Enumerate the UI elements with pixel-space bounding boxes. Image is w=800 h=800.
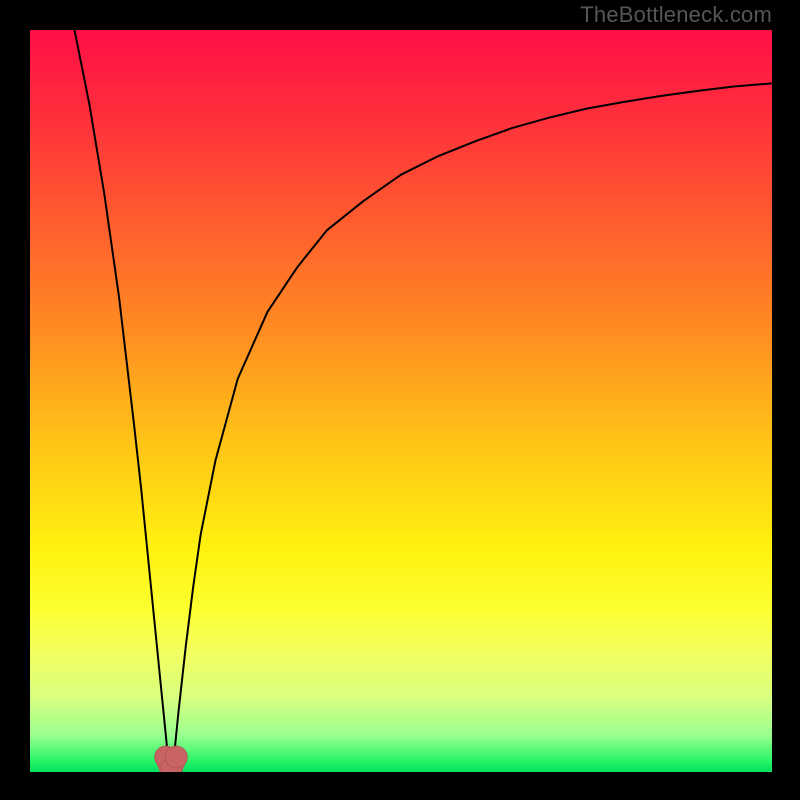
chart-svg (30, 30, 772, 772)
optimal-point-marker (165, 746, 187, 768)
plot-area (30, 30, 772, 772)
optimal-region-marker (155, 746, 187, 772)
watermark-text: TheBottleneck.com (580, 2, 772, 28)
gradient-background (30, 30, 772, 772)
outer-frame: TheBottleneck.com (0, 0, 800, 800)
